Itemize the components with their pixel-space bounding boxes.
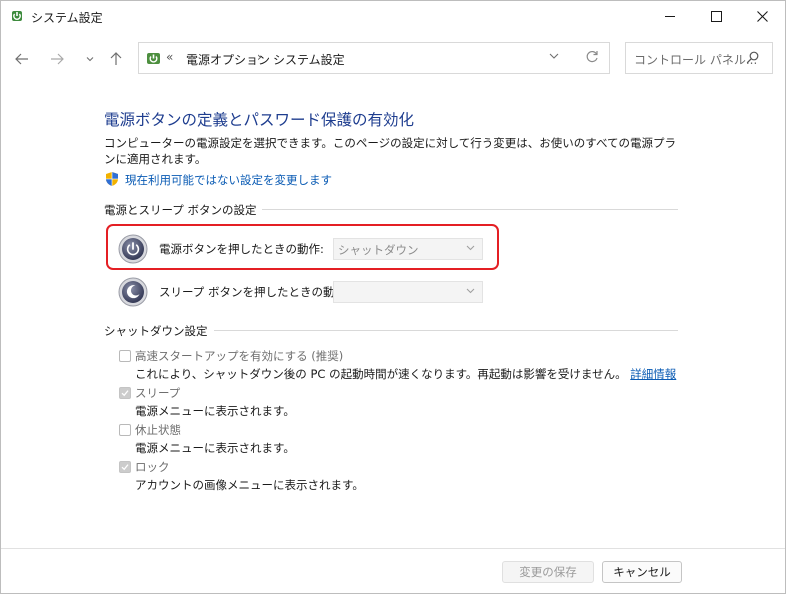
chevron-down-icon xyxy=(466,245,475,251)
close-button[interactable] xyxy=(739,1,785,32)
power-button-icon xyxy=(118,234,148,264)
sleep-label: スリープ xyxy=(135,386,181,400)
sleep-description: 電源メニューに表示されます。 xyxy=(135,404,295,418)
page-description: コンピューターの電源設定を選択できます。このページの設定に対して行う変更は、お使… xyxy=(104,136,677,166)
power-button-action-value: シャットダウン xyxy=(338,243,419,257)
power-button-action-select[interactable]: シャットダウン xyxy=(333,238,483,260)
hibernate-label: 休止状態 xyxy=(135,423,181,437)
back-arrow-icon xyxy=(15,53,28,65)
breadcrumb-system-settings[interactable]: システム設定 xyxy=(273,51,345,68)
refresh-icon[interactable] xyxy=(585,50,599,64)
forward-button[interactable] xyxy=(46,49,68,69)
navigation-bar: « 電源オプション › システム設定 コントロール パネル... xyxy=(1,39,785,79)
maximize-icon xyxy=(710,11,722,22)
address-bar[interactable]: « 電源オプション › システム設定 xyxy=(138,42,610,74)
up-arrow-icon xyxy=(110,52,122,65)
address-dropdown-icon[interactable] xyxy=(549,52,559,60)
change-unavailable-settings-link[interactable]: 現在利用可能ではない設定を変更します xyxy=(125,172,332,188)
power-button-action-label: 電源ボタンを押したときの動作: xyxy=(159,242,324,256)
sleep-button-action-label: スリープ ボタンを押したときの動作: xyxy=(159,285,350,299)
page-title: 電源ボタンの定義とパスワード保護の有効化 xyxy=(104,111,415,129)
minimize-icon xyxy=(665,16,675,17)
hibernate-checkbox[interactable] xyxy=(119,424,131,436)
control-panel-icon xyxy=(147,53,160,64)
fast-startup-description-text: これにより、シャットダウン後の PC の起動時間が速くなります。再起動は影響を受… xyxy=(135,367,627,381)
sleep-button-icon xyxy=(118,277,148,307)
lock-label: ロック xyxy=(135,460,170,474)
recent-locations-button[interactable] xyxy=(79,49,101,69)
sleep-checkbox[interactable] xyxy=(119,387,131,399)
power-options-app-icon xyxy=(12,11,22,21)
chevron-down-icon xyxy=(86,57,94,62)
up-button[interactable] xyxy=(105,49,127,69)
fast-startup-description: これにより、シャットダウン後の PC の起動時間が速くなります。再起動は影響を受… xyxy=(135,366,676,382)
title-bar: システム設定 xyxy=(1,1,785,33)
fast-startup-label: 高速スタートアップを有効にする (推奨) xyxy=(135,349,344,363)
checkmark-icon xyxy=(121,464,129,471)
lock-checkbox[interactable] xyxy=(119,461,131,473)
section-divider xyxy=(241,209,678,210)
footer-divider xyxy=(1,548,785,549)
cancel-button[interactable]: キャンセル xyxy=(602,561,682,583)
details-link[interactable]: 詳細情報 xyxy=(630,367,676,381)
lock-description: アカウントの画像メニューに表示されます。 xyxy=(135,478,364,492)
address-overflow-icon[interactable]: « xyxy=(166,50,173,64)
maximize-button[interactable] xyxy=(693,1,739,32)
save-changes-button[interactable]: 変更の保存 xyxy=(502,561,594,583)
forward-arrow-icon xyxy=(51,53,64,65)
section-divider xyxy=(193,330,678,331)
breadcrumb-separator-icon[interactable]: › xyxy=(257,50,262,64)
chevron-down-icon xyxy=(466,288,475,294)
close-icon xyxy=(756,11,768,22)
uac-shield-icon xyxy=(106,172,118,186)
checkmark-icon xyxy=(121,390,129,397)
power-sleep-section-label: 電源とスリープ ボタンの設定 xyxy=(104,202,263,218)
minimize-button[interactable] xyxy=(647,1,693,32)
search-placeholder: コントロール パネル... xyxy=(634,53,758,67)
hibernate-description: 電源メニューに表示されます。 xyxy=(135,441,295,455)
back-button[interactable] xyxy=(11,49,33,69)
window: システム設定 « 電源オプション › システム設定 コントロール パネル... … xyxy=(0,0,786,594)
sleep-button-action-select[interactable] xyxy=(333,281,483,303)
shutdown-section-label: シャットダウン設定 xyxy=(104,323,214,339)
search-icon xyxy=(746,51,759,64)
fast-startup-checkbox[interactable] xyxy=(119,350,131,362)
search-input[interactable]: コントロール パネル... xyxy=(625,42,773,74)
window-title: システム設定 xyxy=(31,11,103,25)
